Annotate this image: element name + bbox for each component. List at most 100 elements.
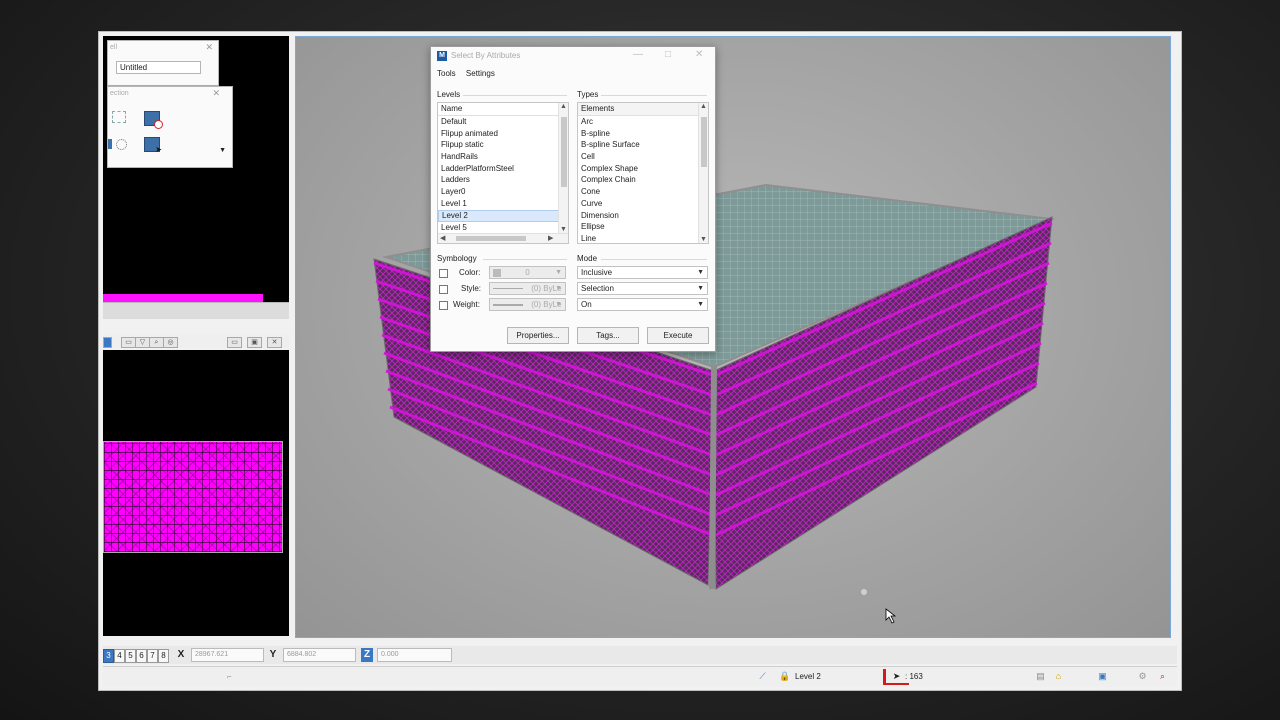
level-list-item[interactable]: HandRails	[438, 151, 568, 163]
view-6-button[interactable]: 6	[136, 649, 147, 663]
fit-view-icon[interactable]: ◎	[163, 337, 178, 348]
untitled-field[interactable]: Untitled	[116, 61, 201, 74]
menu-tools[interactable]: Tools	[437, 69, 456, 78]
color-label: Color:	[459, 268, 481, 277]
level-list-item[interactable]: Level 5	[438, 222, 568, 234]
app-window: ell ✕ Untitled ection ✕ ➤ ▼ ▭ ▽ ⌕ ◎ ▭ ▣ …	[98, 31, 1182, 691]
properties-button[interactable]: Properties...	[507, 327, 569, 344]
floating-panel-selection[interactable]: ection ✕ ➤ ▼	[107, 86, 233, 168]
view-8-button[interactable]: 8	[158, 649, 169, 663]
view-divider-bar[interactable]	[103, 302, 289, 319]
close-icon[interactable]: ✕	[212, 88, 220, 99]
types-vscrollbar[interactable]: ▲ ▼	[698, 103, 708, 243]
menu-settings[interactable]: Settings	[466, 69, 495, 78]
snap-icon[interactable]: ⟋	[757, 671, 768, 682]
level-list-item[interactable]: Level 2	[438, 209, 568, 222]
main-3d-viewport[interactable]	[295, 36, 1171, 638]
scroll-right-icon[interactable]: ▶	[548, 234, 553, 242]
print-icon[interactable]: ▤	[1035, 671, 1046, 682]
search-icon[interactable]: ⌕	[1157, 671, 1168, 682]
level-list-item[interactable]: LadderPlatformSteel	[438, 163, 568, 175]
chevron-down-icon[interactable]: ▼	[219, 147, 226, 154]
level-list-item[interactable]: Ladders	[438, 174, 568, 186]
maximize-icon[interactable]: ▣	[247, 337, 262, 348]
lasso-icon[interactable]	[116, 139, 127, 150]
z-coordinate-field[interactable]: 0.000	[377, 648, 452, 662]
view-3-button[interactable]: 3	[103, 649, 114, 663]
y-coordinate-field[interactable]: 6884.802	[283, 648, 356, 662]
level-list-item[interactable]: Flipup static	[438, 139, 568, 151]
close-icon[interactable]: ✕	[205, 42, 213, 53]
divider	[463, 95, 567, 96]
execute-button[interactable]: Execute	[647, 327, 709, 344]
scroll-thumb[interactable]	[561, 117, 567, 187]
style-dropdown[interactable]: (0) ByLe ▼	[489, 282, 566, 295]
select-by-attributes-dialog[interactable]: M Select By Attributes — □ ✕ Tools Setti…	[430, 46, 716, 352]
active-level[interactable]: Level 2	[795, 670, 821, 684]
types-column-header[interactable]: Elements	[578, 103, 708, 116]
scroll-down-icon[interactable]: ▼	[700, 236, 707, 243]
type-list-item[interactable]: Dimension	[578, 210, 708, 222]
dialog-titlebar[interactable]: M Select By Attributes — □ ✕	[431, 47, 715, 67]
close-icon[interactable]: ✕	[267, 337, 282, 348]
scroll-up-icon[interactable]: ▲	[560, 103, 567, 110]
levels-vscrollbar[interactable]: ▲ ▼	[558, 103, 568, 233]
level-list-item[interactable]: Flipup animated	[438, 128, 568, 140]
color-checkbox[interactable]	[439, 269, 448, 278]
scroll-thumb[interactable]	[456, 236, 526, 241]
type-list-item[interactable]: B-spline	[578, 128, 708, 140]
lock-icon[interactable]: 🔒	[779, 671, 790, 682]
color-value: 0	[525, 268, 530, 277]
minimize-icon[interactable]: ▭	[227, 337, 242, 348]
home-icon[interactable]: ⌂	[1053, 671, 1064, 682]
select-pointer-icon[interactable]: ➤	[144, 137, 162, 154]
type-list-item[interactable]: Curve	[578, 198, 708, 210]
selection-mode-icon[interactable]	[108, 139, 112, 149]
levels-column-header[interactable]: Name	[438, 103, 568, 116]
type-list-item[interactable]: Cell	[578, 151, 708, 163]
types-list[interactable]: Elements Arc B-spline B-spline Surface Cell…	[577, 102, 709, 244]
deselect-icon[interactable]	[144, 111, 163, 129]
type-list-item[interactable]: Line	[578, 233, 708, 243]
scroll-left-icon[interactable]: ◀	[440, 234, 445, 242]
weight-checkbox[interactable]	[439, 301, 448, 310]
level-list-item[interactable]: Default	[438, 116, 568, 128]
level-list-item[interactable]: Layer0	[438, 186, 568, 198]
view-4-button[interactable]: 4	[114, 649, 125, 663]
symbology-group-label: Symbology	[437, 254, 477, 263]
levels-group-label: Levels	[437, 90, 461, 99]
zoom-icon[interactable]: ⌕	[149, 337, 164, 348]
type-list-item[interactable]: Arc	[578, 116, 708, 128]
view-5-button[interactable]: 5	[125, 649, 136, 663]
x-coordinate-field[interactable]: 28967.621	[191, 648, 264, 662]
mode-inclusive-dropdown[interactable]: Inclusive ▼	[577, 266, 708, 279]
settings-icon[interactable]: ⚙	[1137, 671, 1148, 682]
tags-button[interactable]: Tags...	[577, 327, 639, 344]
style-checkbox[interactable]	[439, 285, 448, 294]
scroll-down-icon[interactable]: ▼	[560, 226, 567, 233]
maximize-icon[interactable]: □	[665, 49, 671, 60]
scroll-thumb[interactable]	[701, 117, 707, 167]
select-tool-icon[interactable]	[112, 111, 126, 123]
scroll-up-icon[interactable]: ▲	[700, 103, 707, 110]
floating-panel-file[interactable]: ell ✕ Untitled	[107, 40, 219, 86]
document-icon[interactable]: ▣	[1097, 671, 1108, 682]
filter-icon[interactable]: ▽	[135, 337, 150, 348]
level-list-item[interactable]: Level 1	[438, 198, 568, 210]
close-icon[interactable]: ✕	[695, 49, 703, 60]
levels-hscrollbar[interactable]: ◀ ▶	[438, 233, 568, 243]
type-list-item[interactable]: Complex Chain	[578, 174, 708, 186]
levels-list[interactable]: Name Default Flipup animated Flipup static…	[437, 102, 569, 244]
type-list-item[interactable]: Ellipse	[578, 221, 708, 233]
type-list-item[interactable]: Cone	[578, 186, 708, 198]
view-attributes-icon[interactable]: ▭	[121, 337, 136, 348]
mode-on-dropdown[interactable]: On ▼	[577, 298, 708, 311]
view-7-button[interactable]: 7	[147, 649, 158, 663]
weight-dropdown[interactable]: (0) ByLe ▼	[489, 298, 566, 311]
view-tool-icon[interactable]	[103, 337, 112, 348]
color-dropdown[interactable]: 0 ▼	[489, 266, 566, 279]
type-list-item[interactable]: B-spline Surface	[578, 139, 708, 151]
type-list-item[interactable]: Complex Shape	[578, 163, 708, 175]
minimize-icon[interactable]: —	[633, 49, 643, 60]
mode-selection-dropdown[interactable]: Selection ▼	[577, 282, 708, 295]
